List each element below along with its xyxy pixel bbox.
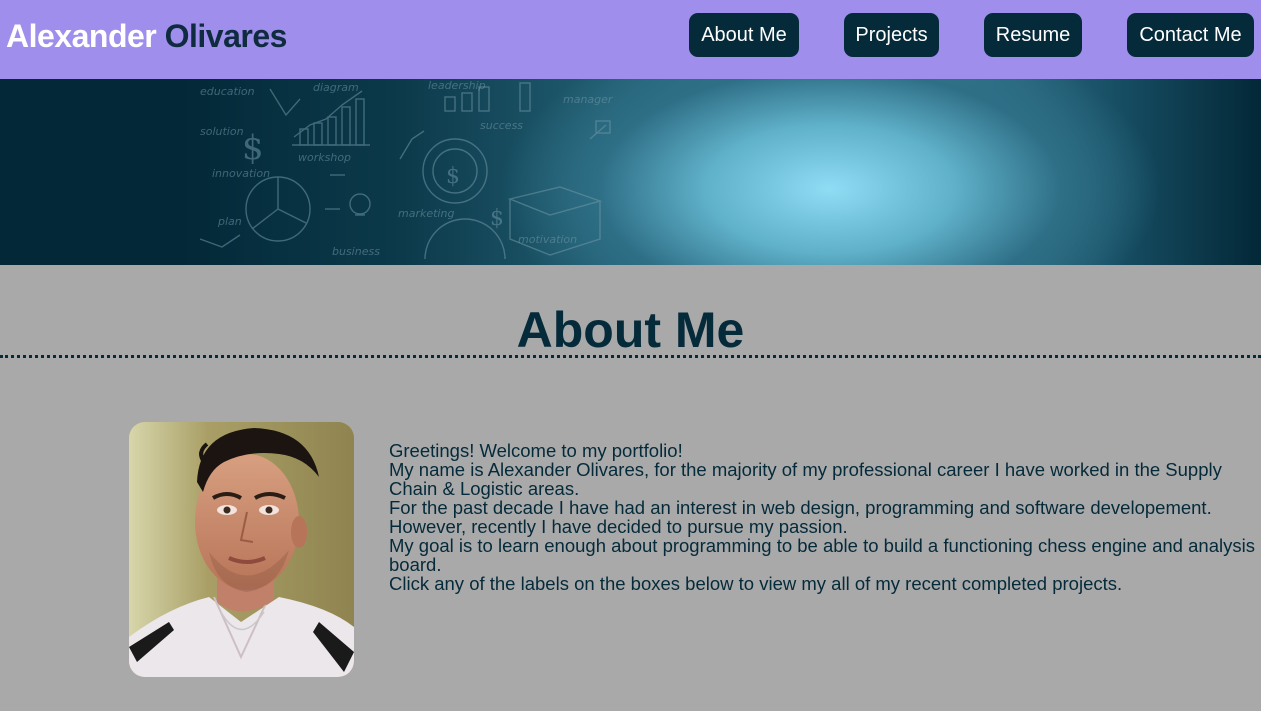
svg-text:diagram: diagram	[313, 81, 359, 94]
svg-text:innovation: innovation	[212, 167, 270, 180]
hero-banner-image: education diagram leadership manager sol…	[0, 79, 1261, 265]
svg-text:business: business	[332, 245, 380, 258]
business-doodle-graphic: education diagram leadership manager sol…	[199, 79, 614, 260]
intro-paragraph: My name is Alexander Olivares, for the m…	[389, 459, 1222, 499]
brand-last-name: Olivares	[164, 18, 288, 54]
about-me-heading: About Me	[516, 302, 745, 358]
svg-text:solution: solution	[200, 125, 244, 138]
svg-text:marketing: marketing	[398, 207, 454, 220]
svg-text:workshop: workshop	[298, 151, 351, 164]
intro-paragraph: Click any of the labels on the boxes bel…	[389, 573, 1123, 594]
intro-paragraph: For the past decade I have had an intere…	[389, 497, 1212, 537]
svg-text:education: education	[200, 85, 255, 98]
brand-first-name: Alexander	[6, 18, 157, 54]
nav-about-me-button[interactable]: About Me	[689, 13, 799, 57]
nav-projects-button[interactable]: Projects	[844, 13, 939, 57]
nav-resume-button[interactable]: Resume	[984, 13, 1082, 57]
svg-text:leadership: leadership	[428, 79, 486, 92]
dotted-divider	[0, 355, 1261, 358]
svg-text:motivation: motivation	[518, 233, 577, 246]
svg-text:$: $	[490, 206, 504, 231]
svg-text:manager: manager	[563, 93, 614, 106]
nav-contact-me-button[interactable]: Contact Me	[1127, 13, 1254, 57]
profile-portrait-image	[129, 422, 354, 677]
svg-text:$: $	[446, 164, 460, 189]
svg-text:$: $	[242, 128, 264, 168]
about-me-intro: Greetings! Welcome to my portfolio! My n…	[389, 441, 1257, 593]
site-brand[interactable]: Alexander Olivares	[6, 16, 287, 56]
intro-paragraph: My goal is to learn enough about program…	[389, 535, 1255, 575]
svg-text:plan: plan	[217, 215, 242, 228]
intro-paragraph: Greetings! Welcome to my portfolio!	[389, 440, 683, 461]
site-header: Alexander Olivares About Me Projects Res…	[0, 0, 1261, 79]
svg-text:success: success	[480, 119, 523, 132]
